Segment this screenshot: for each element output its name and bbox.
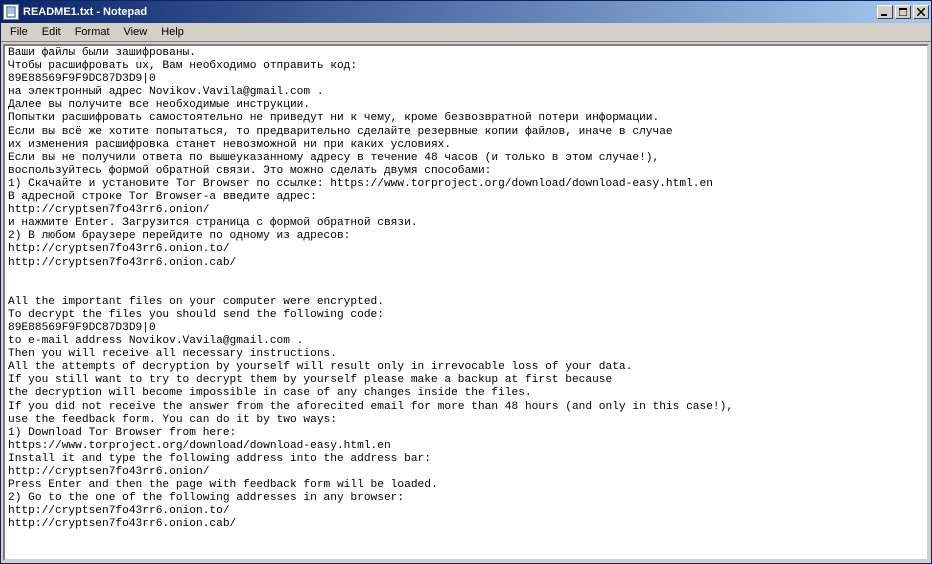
window-controls [877,5,929,19]
close-button[interactable] [913,5,929,19]
menu-help[interactable]: Help [154,25,191,39]
menubar: File Edit Format View Help [1,23,931,42]
notepad-window: README1.txt - Notepad File Edit Format V… [0,0,932,564]
menu-view[interactable]: View [117,25,155,39]
maximize-button[interactable] [895,5,911,19]
minimize-button[interactable] [877,5,893,19]
notepad-icon [3,4,19,20]
window-title: README1.txt - Notepad [23,6,877,18]
menu-file[interactable]: File [3,25,35,39]
menu-format[interactable]: Format [68,25,117,39]
titlebar[interactable]: README1.txt - Notepad [1,1,931,23]
menu-edit[interactable]: Edit [35,25,68,39]
text-editor[interactable]: Ваши файлы были зашифрованы. Чтобы расши… [3,44,929,561]
content-area: Ваши файлы были зашифрованы. Чтобы расши… [1,42,931,563]
